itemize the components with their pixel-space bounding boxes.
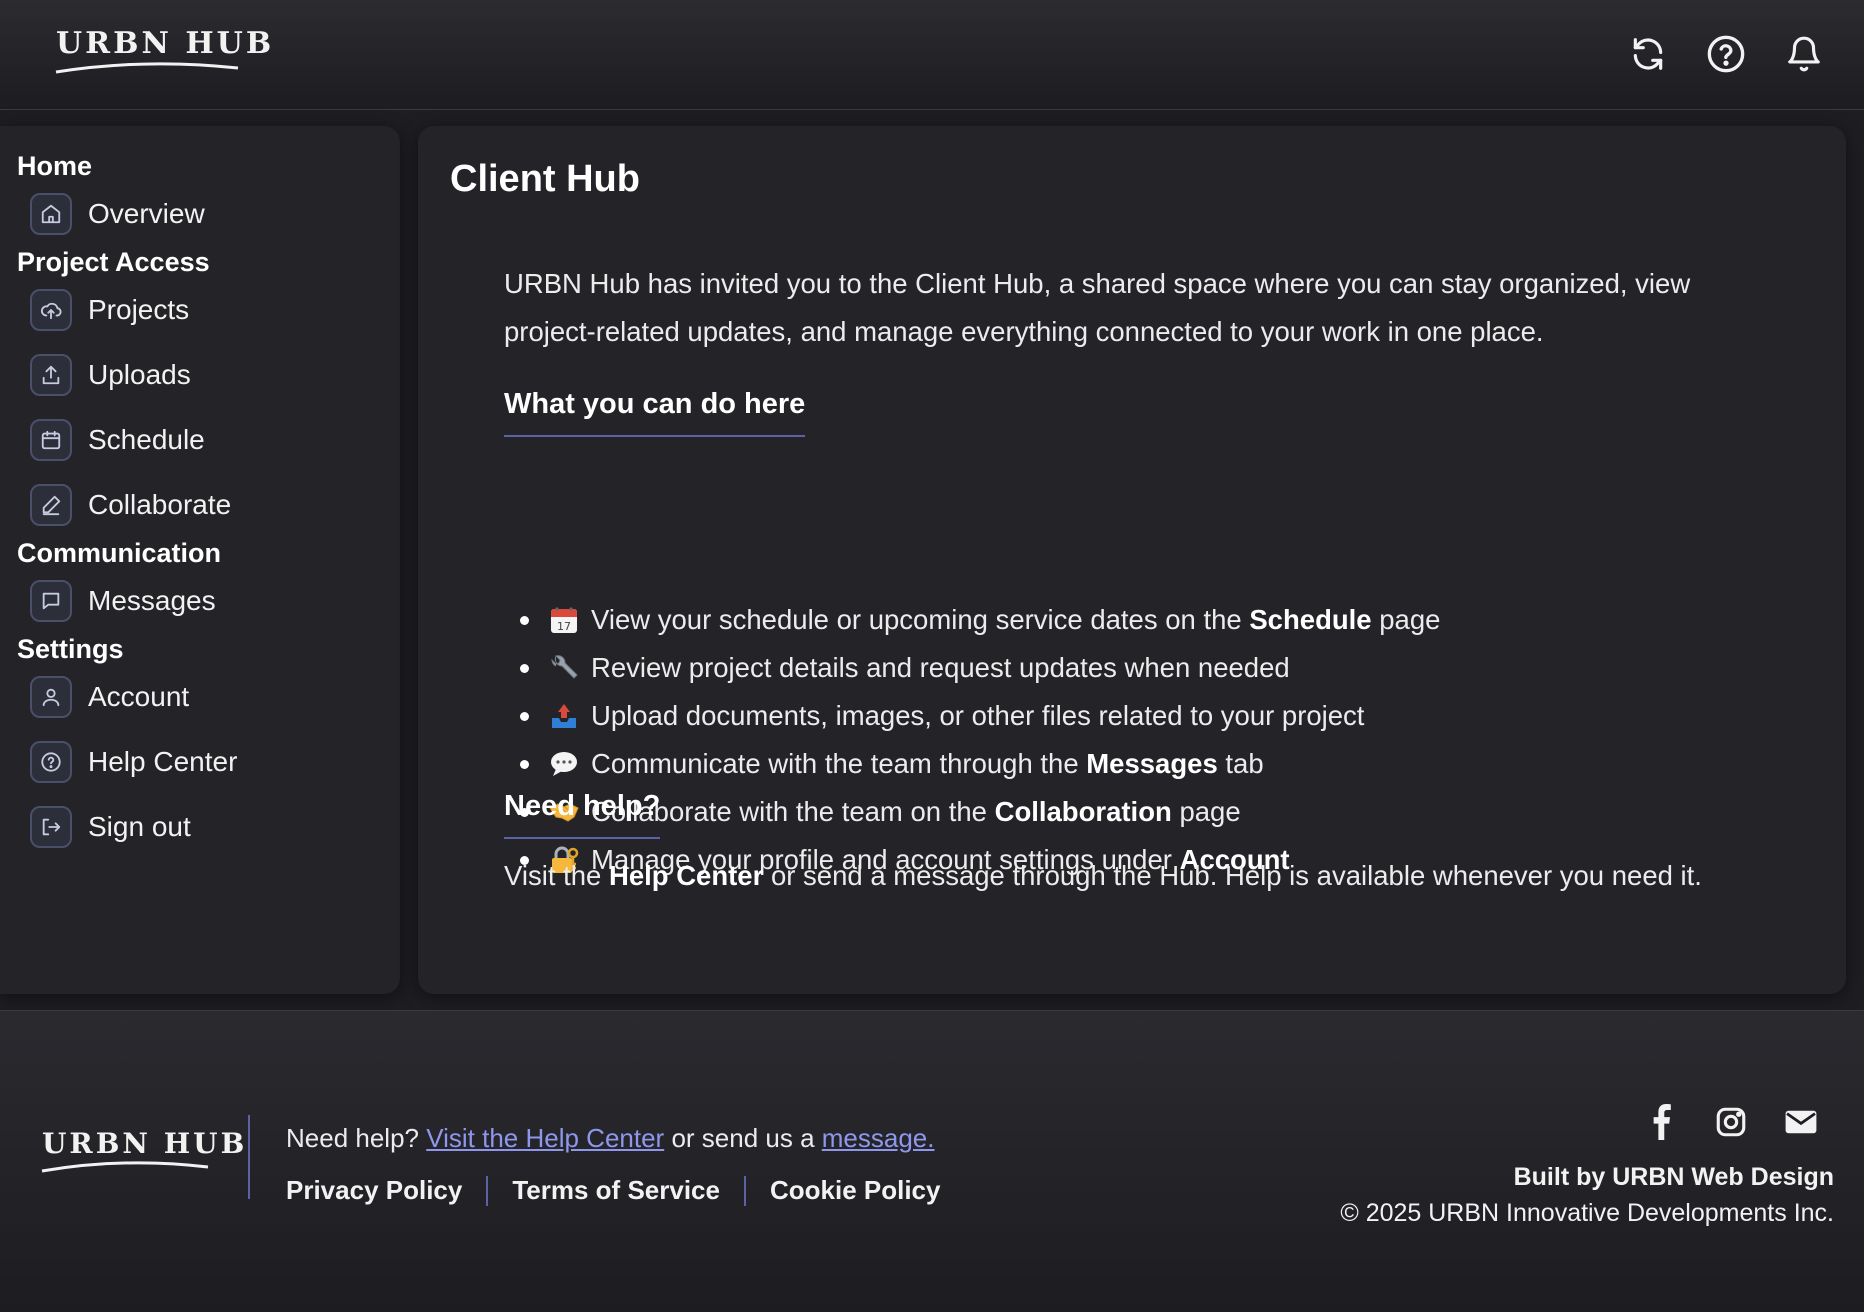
help-text: Visit the Help Center or send a message … [504,860,1702,891]
feature-text: View your schedule or upcoming service d… [591,604,1441,635]
top-bar: URBN HUB [0,0,1864,110]
instagram-icon[interactable] [1712,1103,1750,1141]
bullet-dot [520,759,529,769]
calendar-emoji-icon: 17 [547,603,581,637]
list-item: Collaborate with the team on the Collabo… [504,788,1764,836]
footer-links: Privacy Policy Terms of Service Cookie P… [286,1175,940,1206]
sidebar-section-home: Home [17,151,93,181]
facebook-icon[interactable] [1642,1103,1680,1141]
brand-logo[interactable]: URBN HUB [55,26,275,74]
feature-text: Communicate with the team through the Me… [591,748,1264,779]
sidebar-item-account[interactable]: Account [0,673,400,721]
refresh-icon[interactable] [1628,32,1668,76]
sidebar-item-label: Account [88,681,190,712]
footer-brand-logo[interactable]: URBN HUB [41,1127,248,1173]
help-icon [30,741,72,783]
brand-logo-swoosh [55,62,239,74]
brand-logo-text: URBN HUB [56,26,275,61]
privacy-policy-link[interactable]: Privacy Policy [286,1175,462,1206]
sidebar-item-help-center[interactable]: Help Center [0,738,400,786]
inbox-tray-emoji-icon [547,699,581,733]
sidebar-item-overview[interactable]: Overview [0,190,400,238]
help-circle-icon[interactable] [1706,32,1746,76]
pencil-icon [30,484,72,526]
feature-text: Collaborate with the team on the Collabo… [591,796,1241,827]
speech-bubble-emoji-icon [547,747,581,781]
svg-text:17: 17 [557,620,571,633]
mail-icon[interactable] [1782,1103,1820,1141]
visit-help-center-link[interactable]: Visit the Help Center [426,1123,664,1153]
terms-of-service-link[interactable]: Terms of Service [512,1175,720,1206]
sidebar-section-project-access: Project Access [17,247,210,277]
link-separator [486,1175,489,1206]
copyright-text: © 2025 URBN Innovative Developments Inc. [1340,1199,1834,1227]
sign-out-icon [30,806,72,848]
sidebar-item-messages[interactable]: Messages [0,577,400,625]
list-item: Communicate with the team through the Me… [504,740,1764,788]
bell-icon[interactable] [1784,32,1824,76]
sidebar-item-uploads[interactable]: Uploads [0,351,400,399]
sidebar-item-label: Projects [88,294,190,325]
need-help-heading: Need help? [504,790,661,839]
message-link[interactable]: message. [822,1123,935,1153]
list-item: Upload documents, images, or other files… [504,692,1764,740]
what-you-can-do-heading: What you can do here [504,388,806,437]
cloud-upload-icon [30,289,72,331]
user-icon [30,676,72,718]
list-item: Review project details and request updat… [504,644,1764,692]
help-center-ref: Help Center [608,860,764,891]
sidebar-item-label: Sign out [88,811,191,842]
cookie-policy-link[interactable]: Cookie Policy [770,1175,941,1206]
sidebar-item-label: Overview [88,198,205,229]
sidebar: Home Overview Project Access Projects Up… [0,126,400,994]
sidebar-item-label: Schedule [88,424,205,455]
sidebar-item-label: Collaborate [88,489,232,520]
social-icons [1642,1103,1820,1141]
bullet-dot [520,711,529,721]
feature-list: 17 View your schedule or upcoming servic… [504,596,1764,884]
footer-help-text: Need help? Visit the Help Center or send… [286,1123,935,1153]
sidebar-section-communication: Communication [17,538,222,568]
feature-text: Upload documents, images, or other files… [591,700,1365,731]
list-item: 17 View your schedule or upcoming servic… [504,596,1764,644]
sidebar-item-label: Messages [88,585,216,616]
sidebar-item-label: Help Center [88,746,238,777]
footer: URBN HUB Need help? Visit the Help Cente… [0,1010,1864,1312]
sidebar-item-label: Uploads [88,359,191,390]
sidebar-item-collaborate[interactable]: Collaborate [0,481,400,529]
sidebar-item-sign-out[interactable]: Sign out [0,803,400,851]
home-icon [30,193,72,235]
link-separator [743,1175,746,1206]
page-title: Client Hub [450,158,640,200]
sidebar-item-projects[interactable]: Projects [0,286,400,334]
main-panel: Client Hub URBN Hub has invited you to t… [418,126,1846,994]
built-by-text: Built by URBN Web Design [1513,1163,1834,1191]
sidebar-item-schedule[interactable]: Schedule [0,416,400,464]
bullet-dot [520,615,529,625]
message-icon [30,580,72,622]
bullet-dot [520,663,529,673]
footer-brand-text: URBN HUB [42,1127,248,1160]
intro-text: URBN Hub has invited you to the Client H… [504,268,1691,347]
upload-icon [30,354,72,396]
sidebar-section-settings: Settings [17,634,124,664]
top-icon-group [1628,32,1824,76]
wrench-emoji-icon [547,651,581,685]
footer-divider [248,1115,250,1199]
feature-text: Review project details and request updat… [591,652,1290,683]
footer-brand-swoosh [41,1161,209,1173]
calendar-icon [30,419,72,461]
